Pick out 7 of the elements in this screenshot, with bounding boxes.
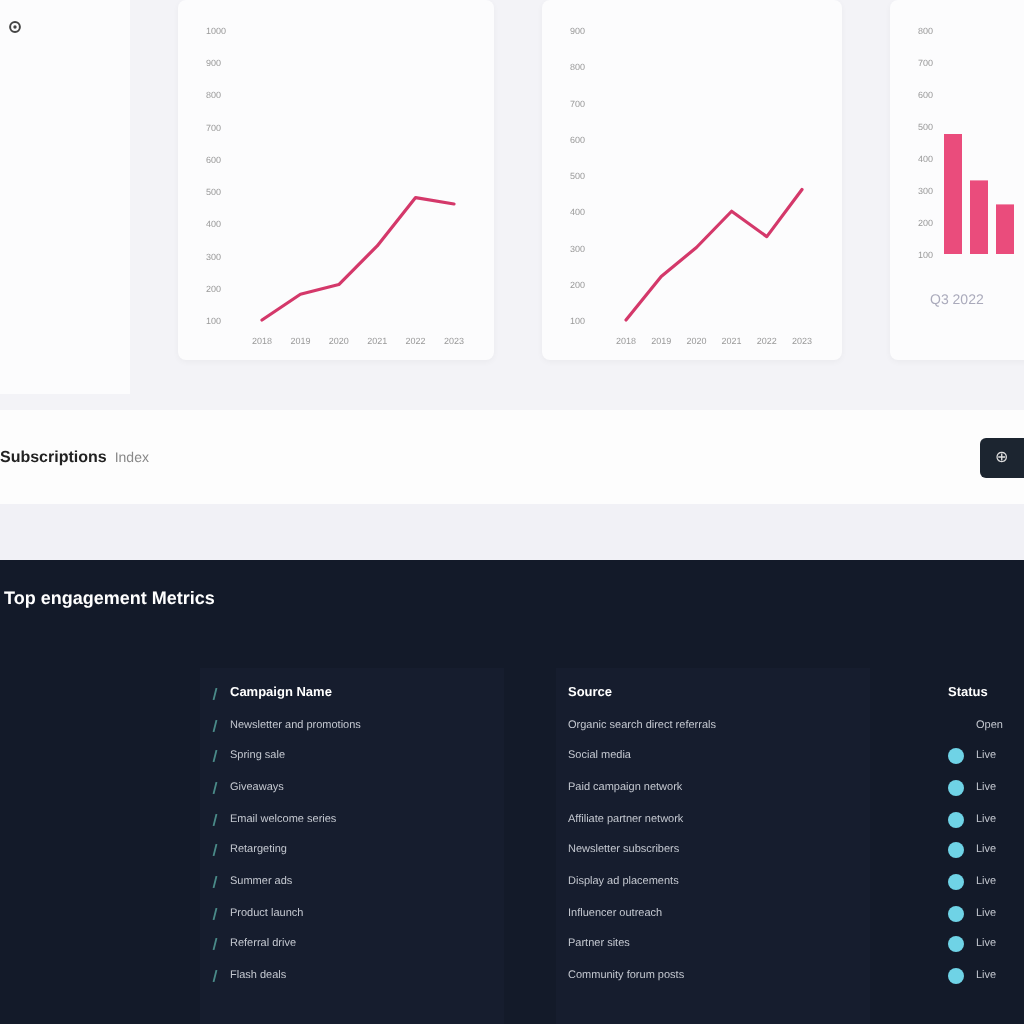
bar <box>944 134 962 254</box>
page-title: Subscriptions <box>0 448 107 466</box>
bar <box>996 204 1014 254</box>
settings-icon[interactable] <box>8 20 22 34</box>
bar <box>970 180 988 254</box>
add-button[interactable]: ⊕ <box>980 437 1024 477</box>
section-title: Top engagement Metrics <box>2 588 217 608</box>
